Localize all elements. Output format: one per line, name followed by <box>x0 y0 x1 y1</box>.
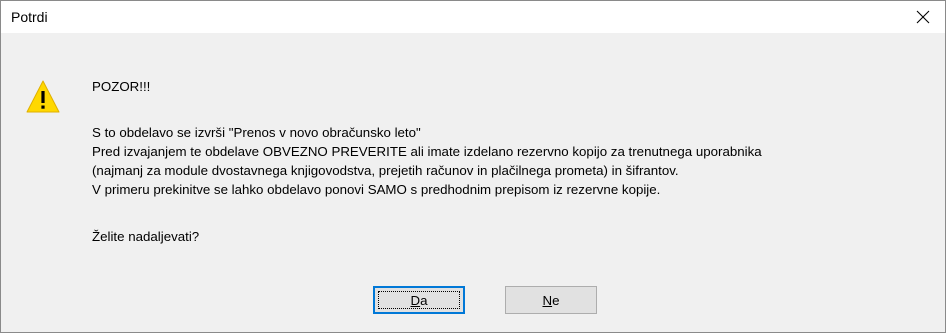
yes-button[interactable]: Da <box>373 286 465 314</box>
no-button[interactable]: Ne <box>505 286 597 314</box>
confirm-dialog: Potrdi POZOR!!! S to obdelavo se izvrši … <box>0 0 946 333</box>
question-text: Želite nadaljevati? <box>92 229 200 244</box>
message-line-1: S to obdelavo se izvrši "Prenos v novo o… <box>92 125 421 140</box>
yes-accelerator: D <box>410 292 421 308</box>
no-label-rest: e <box>552 292 560 308</box>
yes-button-label: Da <box>410 293 427 308</box>
warning-heading: POZOR!!! <box>92 79 151 94</box>
close-icon <box>916 10 930 24</box>
warning-triangle-icon <box>25 79 61 115</box>
message-line-2: Pred izvajanjem te obdelave OBVEZNO PREV… <box>92 144 762 159</box>
message-line-4: V primeru prekinitve se lahko obdelavo p… <box>92 182 661 197</box>
close-button[interactable] <box>901 1 945 33</box>
title-bar: Potrdi <box>1 1 945 33</box>
no-button-label: Ne <box>542 293 559 308</box>
message-line-3: (najmanj za module dvostavnega knjigovod… <box>92 163 679 178</box>
dialog-title: Potrdi <box>11 9 48 25</box>
no-accelerator: N <box>542 292 553 308</box>
yes-label-rest: a <box>420 292 428 308</box>
